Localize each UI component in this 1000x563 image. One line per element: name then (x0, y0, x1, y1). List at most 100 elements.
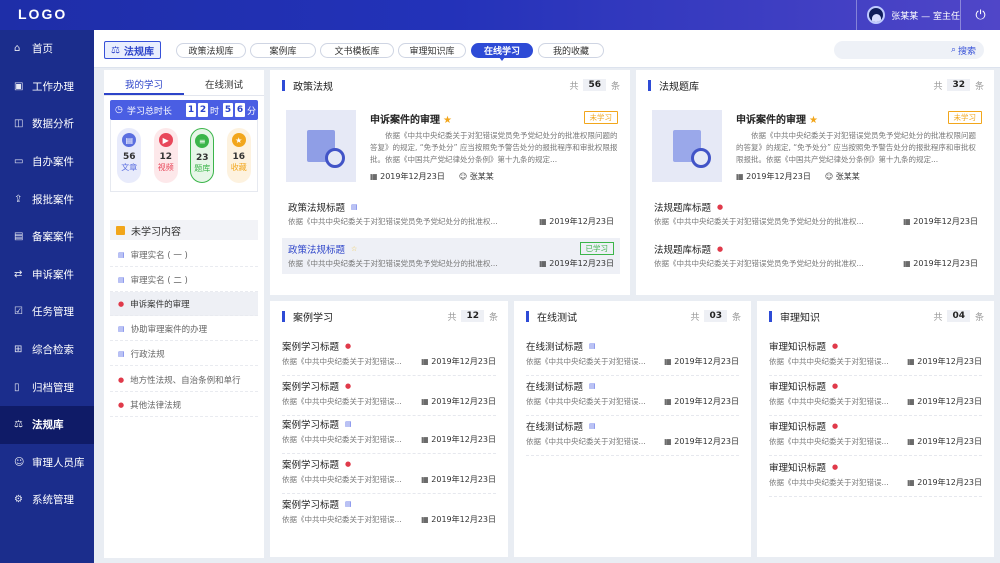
row-date: ▦ 2019年12月23日 (539, 217, 614, 226)
row-title[interactable]: 案例学习标题 ● (282, 457, 351, 471)
nav-label: 报批案件 (32, 193, 74, 206)
tab-policy-library[interactable]: 政策法规库 (176, 43, 246, 58)
document-icon: ▤ (118, 275, 125, 284)
stat-label: 文章 (121, 163, 138, 172)
row-title[interactable]: 案例学习标题 ● (282, 379, 351, 393)
count-number: 56 (583, 79, 606, 91)
list-item-label: 地方性法规、自治条例和单行 (130, 375, 241, 386)
logo: LOGO (18, 6, 68, 22)
row-date: ▦ 2019年12月23日 (907, 357, 982, 366)
row-title[interactable]: 在线测试标题 ▤ (526, 379, 596, 393)
tab-knowledge-library[interactable]: 审理知识库 (398, 43, 466, 58)
list-row[interactable]: 法规题库标题 ● 依据《中共中央纪委关于对犯错误党员免予党纪处分的批准权... ▦… (648, 238, 984, 274)
featured-item[interactable]: 申诉案件的审理 ★ 未学习 依据《中共中央纪委关于对犯错误党员免予党纪处分的批准权… (286, 108, 618, 183)
avatar[interactable] (867, 6, 886, 24)
panel-header: 政策法规 共 56 条 (282, 78, 620, 93)
tab-my-learning[interactable]: 我的学习 (104, 76, 184, 95)
nav-item-system[interactable]: ⚙ 系统管理 (0, 481, 94, 519)
nav-item-appeal-cases[interactable]: ⇄ 申诉案件 (0, 256, 94, 294)
list-row[interactable]: 案例学习标题 ● 依据《中共中央纪委关于对犯错误... ▦ 2019年12月23日 (282, 454, 496, 494)
list-row[interactable]: 在线测试标题 ▤ 依据《中共中央纪委关于对犯错误... ▦ 2019年12月23日 (526, 376, 739, 416)
task-icon: ☑ (14, 306, 23, 318)
search-box[interactable]: ⌕ 搜索 (834, 41, 984, 59)
list-item[interactable]: ● 地方性法规、自治条例和单行 (110, 368, 258, 392)
list-row[interactable]: 审理知识标题 ● 依据《中共中央纪委关于对犯错误... ▦ 2019年12月23日 (769, 457, 982, 497)
list-row[interactable]: 政策法规标题 ▤ 依据《中共中央纪委关于对犯错误党员免予党纪处分的批准权... ▦… (282, 196, 620, 232)
list-row[interactable]: 审理知识标题 ● 依据《中共中央纪委关于对犯错误... ▦ 2019年12月23日 (769, 416, 982, 456)
nav-item-archive[interactable]: ▯ 归档管理 (0, 368, 94, 406)
stat-articles[interactable]: ▤ 56 文章 (117, 128, 142, 183)
tab-my-favorites[interactable]: 我的收藏 (538, 43, 604, 58)
row-title[interactable]: 在线测试标题 ▤ (526, 419, 596, 433)
row-title[interactable]: 案例学习标题 ● (282, 339, 351, 353)
list-row[interactable]: 案例学习标题 ▤ 依据《中共中央纪委关于对犯错误... ▦ 2019年12月23日 (282, 414, 496, 454)
featured-title[interactable]: 申诉案件的审理 ★ (736, 111, 818, 126)
user-menu[interactable]: 张某某 — 室主任 (856, 0, 960, 30)
list-item[interactable]: ▤ 审理实名 ( 二 ) (110, 268, 258, 292)
nav-label: 任务管理 (32, 306, 74, 319)
nav-item-work[interactable]: ▣ 工作办理 (0, 68, 94, 106)
stat-favorites[interactable]: ★ 16 收藏 (226, 128, 251, 183)
list-row[interactable]: 在线测试标题 ▤ 依据《中共中央纪委关于对犯错误... ▦ 2019年12月23日 (526, 416, 739, 456)
list-row[interactable]: 政策法规标题 ☆ 已学习 依据《中共中央纪委关于对犯错误党员免予党纪处分的批准权.… (282, 238, 620, 274)
nav-item-staff[interactable]: ☺ 审理人员库 (0, 444, 94, 482)
status-badge: 已学习 (579, 242, 614, 255)
power-icon[interactable]: ⏻ (960, 0, 1000, 30)
tab-online-learning[interactable]: 在线学习 (471, 43, 533, 61)
row-title-text: 法规题库标题 (654, 245, 712, 256)
list-item[interactable]: ▤ 协助审理案件的办理 (110, 317, 258, 341)
row-title[interactable]: 政策法规标题 ☆ (288, 242, 357, 256)
nav-item-tasks[interactable]: ☑ 任务管理 (0, 293, 94, 331)
nav-label: 自办案件 (32, 156, 74, 169)
nav-item-filing-cases[interactable]: ▤ 备案案件 (0, 218, 94, 256)
list-row[interactable]: 审理知识标题 ● 依据《中共中央纪委关于对犯错误... ▦ 2019年12月23日 (769, 376, 982, 416)
nav-label: 审理人员库 (32, 456, 85, 469)
panel-title: 在线测试 (537, 312, 577, 324)
row-title[interactable]: 审理知识标题 ● (769, 460, 838, 474)
row-title[interactable]: 案例学习标题 ▤ (282, 417, 352, 431)
list-row[interactable]: 审理知识标题 ● 依据《中共中央纪委关于对犯错误... ▦ 2019年12月23日 (769, 336, 982, 376)
nav-item-home[interactable]: ⌂ 首页 (0, 30, 94, 68)
study-time-label: 学习总时长 (126, 106, 172, 117)
row-title[interactable]: 审理知识标题 ● (769, 339, 838, 353)
row-title[interactable]: 审理知识标题 ● (769, 419, 838, 433)
tab-template-library[interactable]: 文书模板库 (320, 43, 394, 58)
list-row[interactable]: 案例学习标题 ● 依据《中共中央纪委关于对犯错误... ▦ 2019年12月23日 (282, 336, 496, 376)
list-item[interactable]: ● 申诉案件的审理 (110, 292, 258, 316)
count-suffix: 条 (974, 81, 984, 92)
list-row[interactable]: 案例学习标题 ▤ 依据《中共中央纪委关于对犯错误... ▦ 2019年12月23日 (282, 494, 496, 534)
tab-online-test[interactable]: 在线测试 (184, 76, 264, 95)
row-title[interactable]: 审理知识标题 ● (769, 379, 838, 393)
list-row[interactable]: 法规题库标题 ● 依据《中共中央纪委关于对犯错误党员免予党纪处分的批准权... ▦… (648, 196, 984, 232)
date-text: 2019年12月23日 (549, 259, 614, 268)
nav-item-search[interactable]: ⊞ 综合检索 (0, 331, 94, 369)
search-icon[interactable]: ⌕ (951, 45, 956, 55)
tab-case-library[interactable]: 案例库 (250, 43, 316, 58)
nav-item-analytics[interactable]: ◫ 数据分析 (0, 105, 94, 143)
list-row[interactable]: 案例学习标题 ● 依据《中共中央纪委关于对犯错误... ▦ 2019年12月23日 (282, 376, 496, 416)
nav-item-self-cases[interactable]: ▭ 自办案件 (0, 143, 94, 181)
date-text: 2019年12月23日 (917, 357, 982, 366)
row-title[interactable]: 案例学习标题 ▤ (282, 497, 352, 511)
nav-label: 首页 (32, 43, 53, 56)
nav-item-approval-cases[interactable]: ⇪ 报批案件 (0, 180, 94, 218)
row-title[interactable]: 法规题库标题 ● (654, 242, 723, 256)
user-name[interactable]: 张某某 — 室主任 (891, 9, 960, 22)
row-title[interactable]: 政策法规标题 ▤ (288, 200, 358, 214)
nav-item-regulations[interactable]: ⚖ 法规库 (0, 405, 94, 444)
video-icon: ● (118, 400, 125, 409)
featured-title[interactable]: 申诉案件的审理 ★ (370, 111, 452, 126)
search-label[interactable]: 搜索 (958, 44, 976, 57)
row-title[interactable]: 在线测试标题 ▤ (526, 339, 596, 353)
list-item[interactable]: ● 其他法律法规 (110, 393, 258, 417)
stat-videos[interactable]: ▶ 12 视频 (153, 128, 178, 183)
list-item[interactable]: ▤ 行政法规 (110, 342, 258, 366)
panel-header: 在线测试 共 03 条 (526, 309, 741, 324)
video-icon: ▶ (158, 133, 173, 147)
stat-question-bank[interactable]: ≡ 23 题库 (190, 128, 215, 183)
list-row[interactable]: 在线测试标题 ▤ 依据《中共中央纪委关于对犯错误... ▦ 2019年12月23日 (526, 336, 739, 376)
row-title[interactable]: 法规题库标题 ● (654, 200, 723, 214)
featured-item[interactable]: 申诉案件的审理 ★ 未学习 依据《中共中央纪委关于对犯错误党员免予党纪处分的批准权… (652, 108, 982, 183)
stat-number: 12 (159, 152, 173, 162)
list-item[interactable]: ▤ 审理实名 ( 一 ) (110, 243, 258, 267)
